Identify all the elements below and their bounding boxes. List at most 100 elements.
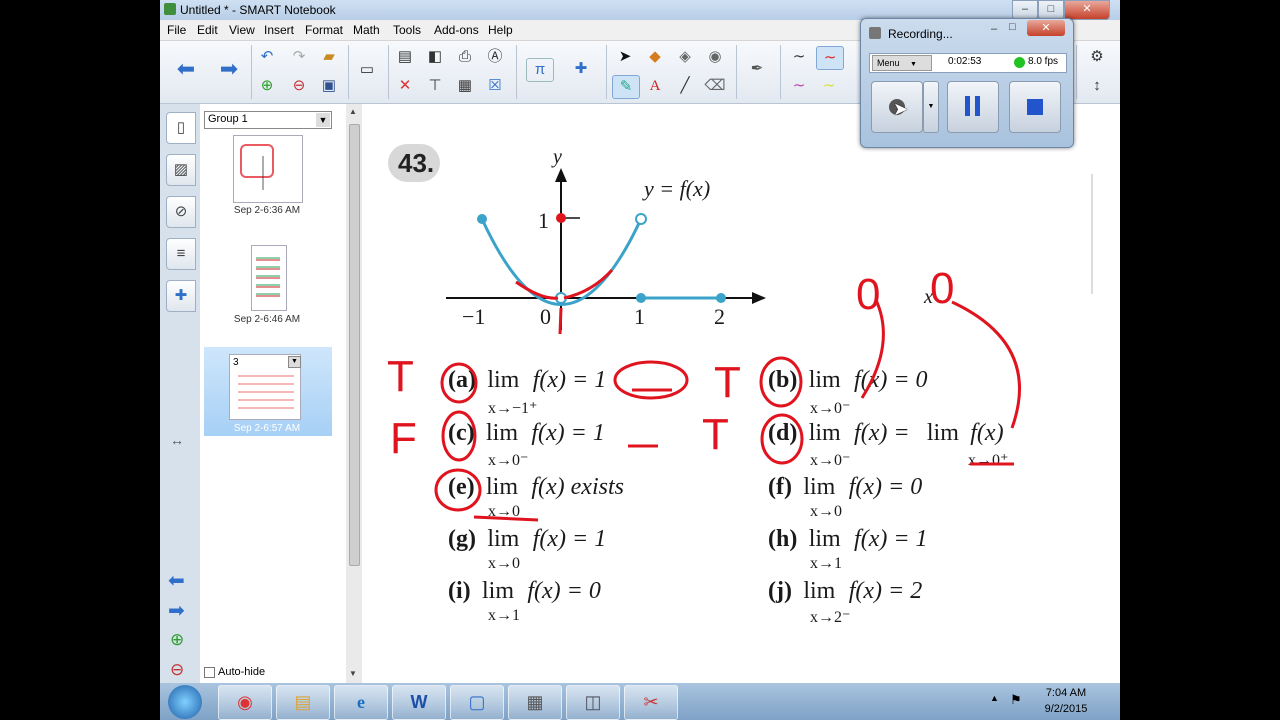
- pen-style-yellow[interactable]: ∼: [816, 75, 842, 97]
- fill-icon[interactable]: ◉: [702, 46, 728, 68]
- menu-file[interactable]: File: [167, 23, 186, 37]
- eraser-icon[interactable]: ◈: [672, 46, 698, 68]
- pen-style-purple[interactable]: ∼: [786, 75, 812, 97]
- sidebar-scrollbar[interactable]: ▲ ▼: [346, 104, 362, 683]
- page-label-1: Sep 2-6:36 AM: [233, 205, 301, 216]
- snipping-tool-icon[interactable]: ✂: [624, 685, 678, 720]
- shapes-icon[interactable]: ◆: [642, 46, 668, 68]
- recorder-minimize[interactable]: –: [991, 23, 997, 35]
- internet-explorer-icon[interactable]: e: [334, 685, 388, 720]
- addons-tab[interactable]: ✚: [166, 280, 196, 312]
- clock-date[interactable]: 9/2/2015: [1036, 703, 1096, 715]
- delete-page-side-icon[interactable]: ⊖: [170, 660, 184, 680]
- tray-expand-icon[interactable]: ▲: [990, 693, 999, 703]
- title-bar: Untitled * - SMART Notebook – □ ✕: [160, 0, 1120, 20]
- close-x-icon[interactable]: ☒: [482, 75, 508, 97]
- table-icon[interactable]: ▦: [452, 75, 478, 97]
- recorder-menu-button[interactable]: Menu ▼: [872, 55, 932, 71]
- pens-icon[interactable]: ✎: [612, 75, 640, 99]
- next-page-button[interactable]: ➡: [216, 58, 242, 80]
- start-button[interactable]: [168, 685, 202, 719]
- pen-style-red[interactable]: ∼: [816, 46, 844, 70]
- stop-button[interactable]: [1009, 81, 1061, 133]
- calculator-icon[interactable]: ▦: [508, 685, 562, 720]
- minimize-button[interactable]: –: [1012, 0, 1038, 20]
- maximize-button[interactable]: □: [1038, 0, 1064, 20]
- smart-notebook-taskbar-icon[interactable]: ▢: [450, 685, 504, 720]
- add-page-button[interactable]: ⊕: [254, 75, 280, 97]
- document-camera-icon[interactable]: ⎙: [452, 46, 478, 68]
- screen-shade-icon[interactable]: ▭: [354, 59, 380, 81]
- chrome-icon[interactable]: ◉: [218, 685, 272, 720]
- pen-icon[interactable]: ✒: [744, 58, 770, 80]
- redo-button[interactable]: ↷: [286, 46, 312, 68]
- page-thumbnail-2[interactable]: [251, 245, 287, 311]
- menu-format[interactable]: Format: [305, 23, 343, 37]
- properties-tab[interactable]: ≡: [166, 238, 196, 270]
- group-select[interactable]: Group 1 ▼: [204, 111, 332, 129]
- handwriting-recognition-icon[interactable]: Ⓐ: [482, 46, 508, 68]
- toolbar-separator: [516, 45, 517, 99]
- recorder-close-button[interactable]: ✕: [1027, 20, 1065, 36]
- delete-page-button[interactable]: ⊖: [286, 75, 312, 97]
- recorder-menu-label: Menu: [877, 58, 900, 68]
- pen-style-black[interactable]: ∼: [786, 46, 812, 68]
- scroll-up-icon[interactable]: ▲: [349, 107, 357, 116]
- menu-edit[interactable]: Edit: [197, 23, 218, 37]
- menu-math[interactable]: Math: [353, 23, 380, 37]
- full-screen-icon[interactable]: ⊤: [422, 75, 448, 97]
- paste-icon[interactable]: ▤: [392, 46, 418, 68]
- attachments-tab[interactable]: ⊘: [166, 196, 196, 228]
- file-explorer-icon[interactable]: ▤: [276, 685, 330, 720]
- move-sidebar-left-icon[interactable]: ⬅: [168, 568, 185, 593]
- recorder-fps: 8.0 fps: [1028, 56, 1059, 67]
- word-icon[interactable]: W: [392, 685, 446, 720]
- pause-button[interactable]: [947, 81, 999, 133]
- page-thumbnail-1[interactable]: [233, 135, 303, 203]
- menu-insert[interactable]: Insert: [264, 23, 294, 37]
- clear-ink-icon[interactable]: ✕: [392, 75, 418, 97]
- toolbar-separator: [388, 45, 389, 99]
- recorder-maximize[interactable]: □: [1009, 21, 1016, 33]
- record-options-chevron-icon[interactable]: ▼: [923, 81, 939, 133]
- close-button[interactable]: ✕: [1064, 0, 1110, 20]
- autohide-checkbox[interactable]: [204, 667, 215, 678]
- page-menu-chevron-icon[interactable]: ▼: [288, 356, 301, 368]
- settings-gear-icon[interactable]: ⚙: [1084, 46, 1110, 68]
- taskbar: ◉ ▤ e W ▢ ▦ ◫ ✂ ▲ ⚑ 7:04 AM 9/2/2015: [160, 683, 1120, 720]
- gallery-tab[interactable]: ▨: [166, 154, 196, 186]
- eraser-tool-icon[interactable]: ⌫: [702, 75, 728, 97]
- addons-puzzle-icon[interactable]: ✚: [568, 58, 594, 80]
- app-icon: [164, 3, 176, 15]
- resize-handle-icon[interactable]: ↔: [170, 432, 184, 448]
- page-sorter-tab[interactable]: ▯: [166, 112, 196, 144]
- previous-page-button[interactable]: ⬅: [173, 58, 199, 80]
- toolbar-separator: [736, 45, 737, 99]
- text-icon[interactable]: A: [642, 75, 668, 97]
- notebook-canvas[interactable]: 43. y x y = f(x) 1 −1 0 1 2 (a) lim f(x)…: [362, 104, 1120, 683]
- menu-addons[interactable]: Add-ons: [434, 23, 479, 37]
- save-icon[interactable]: ▣: [316, 75, 342, 97]
- page-sorter: Group 1 ▼ Sep 2-6:36 AM Sep 2-6:46 AM 3 …: [200, 104, 347, 683]
- select-arrow-icon[interactable]: ➤: [612, 46, 638, 68]
- scroll-thumb[interactable]: [349, 124, 360, 566]
- math-tools-icon[interactable]: π: [526, 58, 554, 82]
- undo-button[interactable]: ↶: [254, 46, 280, 68]
- clock-time[interactable]: 7:04 AM: [1036, 687, 1096, 699]
- move-sidebar-right-icon[interactable]: ➡: [168, 598, 185, 623]
- add-page-side-icon[interactable]: ⊕: [170, 630, 184, 650]
- menu-help[interactable]: Help: [488, 23, 513, 37]
- open-file-icon[interactable]: ▰: [316, 46, 342, 68]
- screen-capture-icon[interactable]: ◧: [422, 46, 448, 68]
- action-center-icon[interactable]: ⚑: [1010, 692, 1022, 708]
- autohide-label: Auto-hide: [218, 666, 266, 678]
- toolbar-move-icon[interactable]: ↕: [1084, 75, 1110, 97]
- scroll-down-icon[interactable]: ▼: [349, 669, 357, 678]
- menu-view[interactable]: View: [229, 23, 255, 37]
- recorder-taskbar-icon[interactable]: ◫: [566, 685, 620, 720]
- chevron-down-icon: ▼: [316, 113, 330, 127]
- line-icon[interactable]: ╱: [672, 75, 698, 97]
- toolbar-separator: [348, 45, 349, 99]
- menu-tools[interactable]: Tools: [393, 23, 421, 37]
- mouse-cursor-icon: ➤: [893, 99, 909, 119]
